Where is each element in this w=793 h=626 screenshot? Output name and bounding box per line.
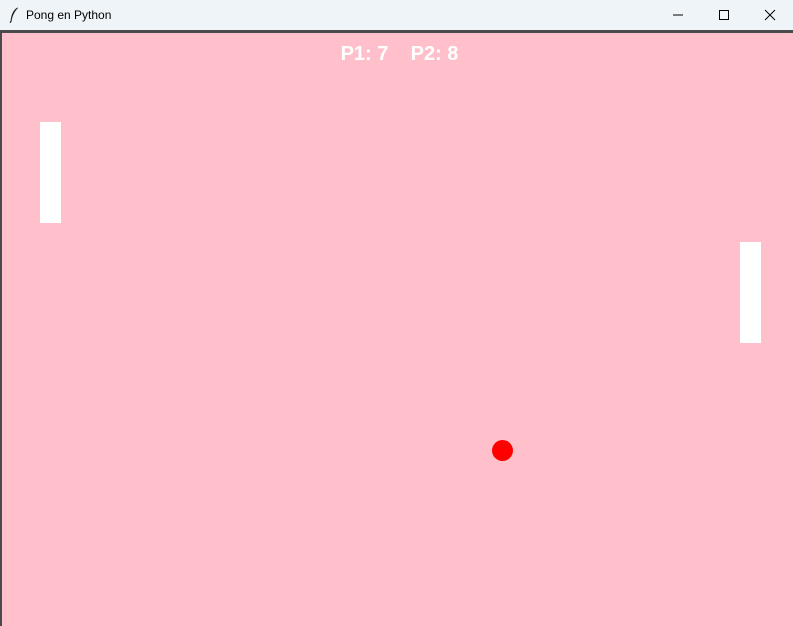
maximize-icon — [719, 10, 729, 20]
left-paddle — [40, 122, 61, 223]
maximize-button[interactable] — [701, 0, 747, 30]
window-title: Pong en Python — [26, 8, 112, 22]
close-icon — [764, 9, 776, 21]
minimize-button[interactable] — [655, 0, 701, 30]
ball — [492, 440, 513, 461]
app-window: Pong en Python P1: 7 P2: 8 — [0, 0, 793, 626]
right-paddle — [740, 242, 761, 343]
minimize-icon — [673, 14, 683, 16]
feather-icon — [8, 7, 20, 23]
close-button[interactable] — [747, 0, 793, 30]
score-display: P1: 7 P2: 8 — [340, 43, 459, 65]
window-controls — [655, 0, 793, 30]
title-bar[interactable]: Pong en Python — [0, 0, 793, 30]
game-canvas[interactable]: P1: 7 P2: 8 — [2, 33, 793, 626]
